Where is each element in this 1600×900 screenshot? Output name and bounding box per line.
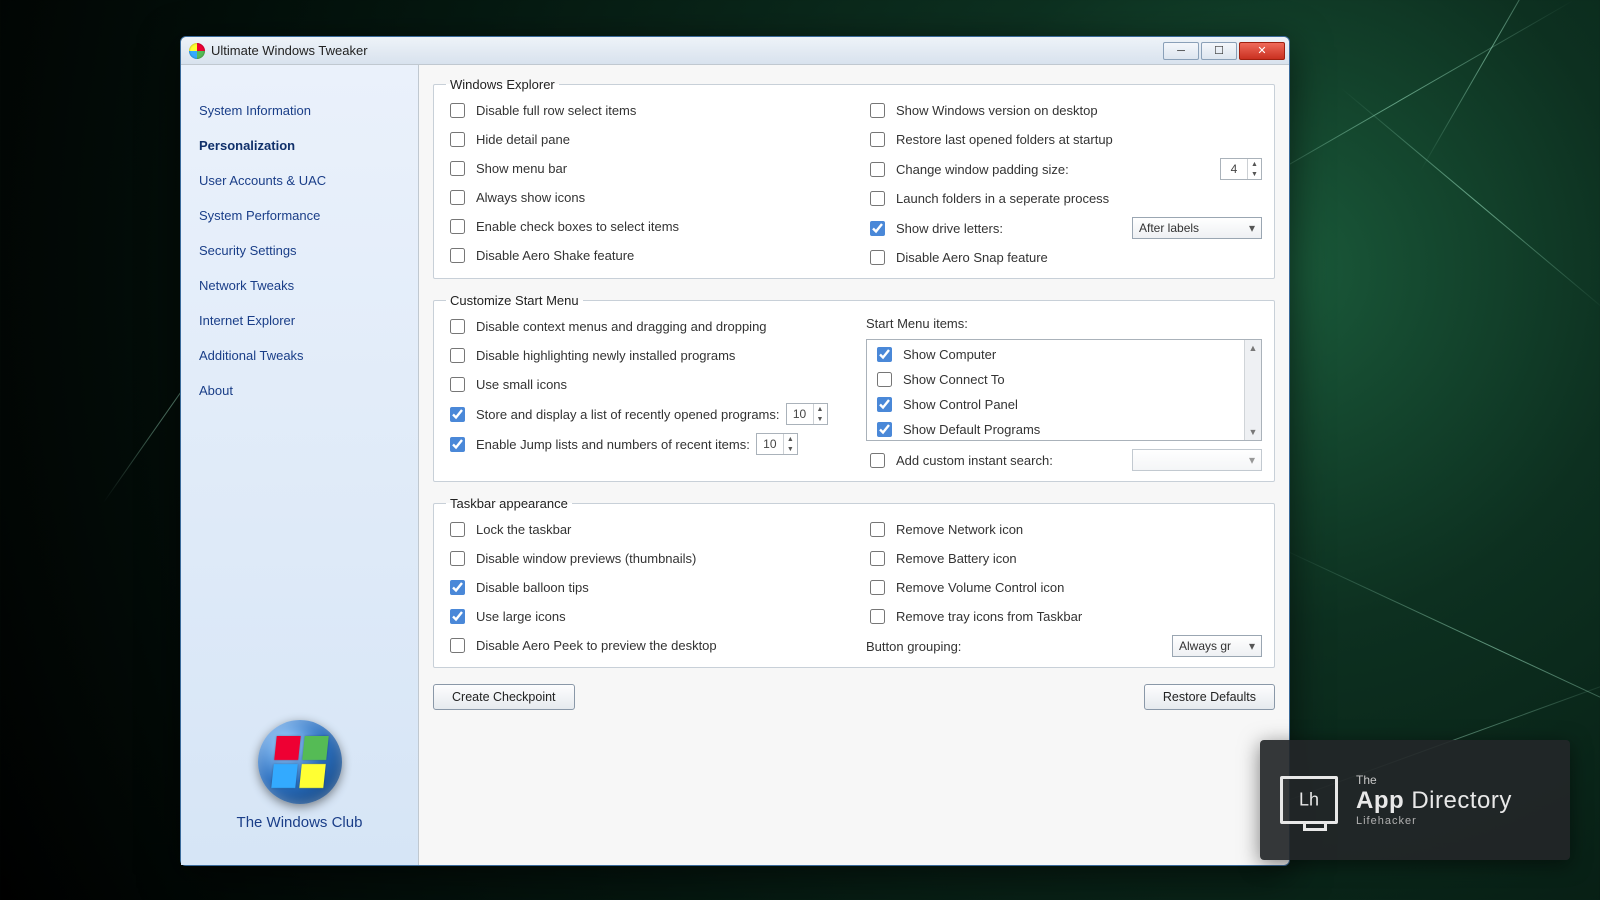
chk-disable-aero-peek[interactable]: Disable Aero Peek to preview the desktop xyxy=(446,635,842,656)
window-title: Ultimate Windows Tweaker xyxy=(211,43,368,58)
chk-lock-taskbar[interactable]: Lock the taskbar xyxy=(446,519,842,540)
sidebar-item-system-performance[interactable]: System Performance xyxy=(181,198,418,233)
chk-store-recent[interactable]: Store and display a list of recently ope… xyxy=(446,404,780,425)
chk-show-menu-bar[interactable]: Show menu bar xyxy=(446,158,842,179)
monitor-icon: Lh xyxy=(1280,776,1338,824)
chk-disable-highlight-new[interactable]: Disable highlighting newly installed pro… xyxy=(446,345,842,366)
app-window: Ultimate Windows Tweaker ─ ☐ ✕ System In… xyxy=(180,36,1290,866)
scroll-up-icon[interactable]: ▲ xyxy=(1245,340,1261,356)
spin-up-icon[interactable]: ▲ xyxy=(1248,159,1261,169)
chk-restore-last-folders[interactable]: Restore last opened folders at startup xyxy=(866,129,1262,150)
sidebar-logo: The Windows Club xyxy=(181,702,418,865)
sidebar-item-internet-explorer[interactable]: Internet Explorer xyxy=(181,303,418,338)
dd-button-grouping[interactable]: Always gr xyxy=(1172,635,1262,657)
restore-defaults-button[interactable]: Restore Defaults xyxy=(1144,684,1275,710)
sidebar-item-additional-tweaks[interactable]: Additional Tweaks xyxy=(181,338,418,373)
titlebar[interactable]: Ultimate Windows Tweaker ─ ☐ ✕ xyxy=(181,37,1289,65)
start-menu-items-label: Start Menu items: xyxy=(866,316,1262,331)
list-item[interactable]: Show Control Panel xyxy=(873,394,1238,415)
spin-recent-programs[interactable]: 10▲▼ xyxy=(786,403,828,425)
chk-disable-context-menus[interactable]: Disable context menus and dragging and d… xyxy=(446,316,842,337)
spin-up-icon[interactable]: ▲ xyxy=(814,404,827,414)
spin-up-icon[interactable]: ▲ xyxy=(784,434,797,444)
chk-hide-detail-pane[interactable]: Hide detail pane xyxy=(446,129,842,150)
chk-separate-process[interactable]: Launch folders in a seperate process xyxy=(866,188,1262,209)
scroll-down-icon[interactable]: ▼ xyxy=(1245,424,1261,440)
windows-orb-icon xyxy=(258,720,342,804)
chk-jump-lists[interactable]: Enable Jump lists and numbers of recent … xyxy=(446,434,750,455)
spin-jump-list[interactable]: 10▲▼ xyxy=(756,433,798,455)
list-start-menu-items[interactable]: Show Computer Show Connect To Show Contr… xyxy=(866,339,1262,441)
overlay-line3: Lifehacker xyxy=(1356,815,1512,827)
group-start-menu: Customize Start Menu Disable context men… xyxy=(433,293,1275,482)
list-item[interactable]: Show Connect To xyxy=(873,369,1238,390)
group-windows-explorer: Windows Explorer Disable full row select… xyxy=(433,77,1275,279)
group-legend: Taskbar appearance xyxy=(446,496,572,511)
group-legend: Windows Explorer xyxy=(446,77,559,92)
app-directory-overlay: Lh The App Directory Lifehacker xyxy=(1260,740,1570,860)
chk-remove-volume[interactable]: Remove Volume Control icon xyxy=(866,577,1262,598)
spin-down-icon[interactable]: ▼ xyxy=(814,414,827,424)
dd-instant-search[interactable] xyxy=(1132,449,1262,471)
minimize-button[interactable]: ─ xyxy=(1163,42,1199,60)
app-icon xyxy=(189,43,205,59)
list-item[interactable]: Show Computer xyxy=(873,344,1238,365)
chk-remove-network[interactable]: Remove Network icon xyxy=(866,519,1262,540)
button-bar: Create Checkpoint Restore Defaults xyxy=(433,680,1275,710)
overlay-line1: The xyxy=(1356,773,1512,787)
content-panel: Windows Explorer Disable full row select… xyxy=(419,65,1289,865)
button-grouping-label: Button grouping: xyxy=(866,639,961,654)
chk-disable-previews[interactable]: Disable window previews (thumbnails) xyxy=(446,548,842,569)
chk-disable-full-row[interactable]: Disable full row select items xyxy=(446,100,842,121)
chk-show-drive-letters[interactable]: Show drive letters: xyxy=(866,218,1003,239)
chk-always-show-icons[interactable]: Always show icons xyxy=(446,187,842,208)
spin-down-icon[interactable]: ▼ xyxy=(784,444,797,454)
sidebar-item-security-settings[interactable]: Security Settings xyxy=(181,233,418,268)
group-legend: Customize Start Menu xyxy=(446,293,583,308)
chk-remove-tray[interactable]: Remove tray icons from Taskbar xyxy=(866,606,1262,627)
sidebar-logo-caption: The Windows Club xyxy=(191,814,408,831)
sidebar-item-personalization[interactable]: Personalization xyxy=(181,128,418,163)
chk-remove-battery[interactable]: Remove Battery icon xyxy=(866,548,1262,569)
chk-small-icons[interactable]: Use small icons xyxy=(446,374,842,395)
maximize-button[interactable]: ☐ xyxy=(1201,42,1237,60)
group-taskbar: Taskbar appearance Lock the taskbar Disa… xyxy=(433,496,1275,668)
chk-instant-search[interactable]: Add custom instant search: xyxy=(866,450,1053,471)
sidebar-item-system-information[interactable]: System Information xyxy=(181,93,418,128)
chk-disable-balloon[interactable]: Disable balloon tips xyxy=(446,577,842,598)
scrollbar[interactable]: ▲▼ xyxy=(1244,340,1261,440)
spin-window-padding[interactable]: 4▲▼ xyxy=(1220,158,1262,180)
sidebar-item-network-tweaks[interactable]: Network Tweaks xyxy=(181,268,418,303)
sidebar-item-about[interactable]: About xyxy=(181,373,418,408)
chk-large-icons[interactable]: Use large icons xyxy=(446,606,842,627)
chk-disable-aero-snap[interactable]: Disable Aero Snap feature xyxy=(866,247,1262,268)
sidebar: System Information Personalization User … xyxy=(181,65,419,865)
chk-change-padding[interactable]: Change window padding size: xyxy=(866,159,1069,180)
close-button[interactable]: ✕ xyxy=(1239,42,1285,60)
spin-down-icon[interactable]: ▼ xyxy=(1248,169,1261,179)
chk-enable-check-boxes[interactable]: Enable check boxes to select items xyxy=(446,216,842,237)
list-item[interactable]: Show Default Programs xyxy=(873,419,1238,440)
overlay-line2: App Directory xyxy=(1356,787,1512,815)
chk-show-win-version[interactable]: Show Windows version on desktop xyxy=(866,100,1262,121)
dd-drive-letters[interactable]: After labels xyxy=(1132,217,1262,239)
create-checkpoint-button[interactable]: Create Checkpoint xyxy=(433,684,575,710)
chk-disable-aero-shake[interactable]: Disable Aero Shake feature xyxy=(446,245,842,266)
sidebar-item-user-accounts[interactable]: User Accounts & UAC xyxy=(181,163,418,198)
